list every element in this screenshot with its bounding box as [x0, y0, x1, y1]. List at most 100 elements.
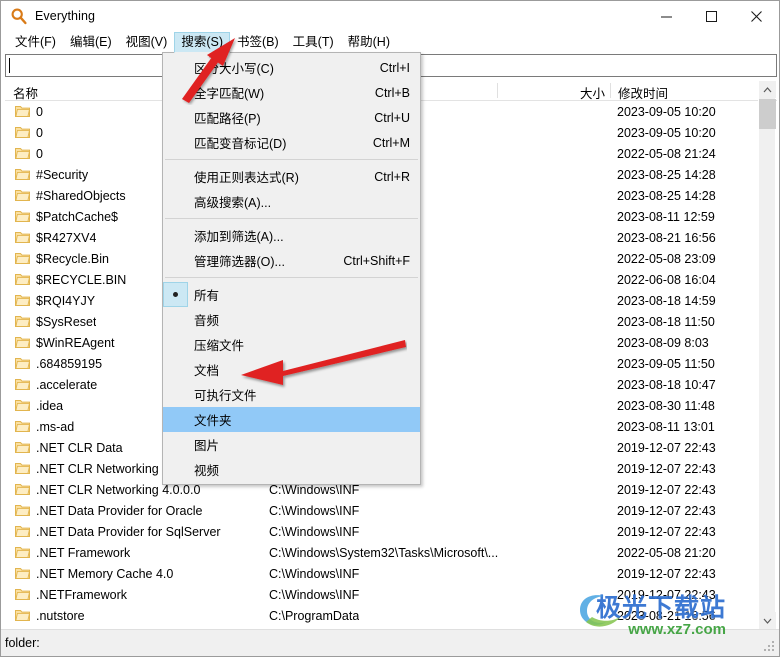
dropdown-menu-item[interactable]: 高级搜索(A)...	[163, 189, 420, 214]
file-name-label: .NETFramework	[36, 587, 127, 602]
dropdown-menu-item-label: 添加到筛选(A)...	[194, 230, 284, 244]
dropdown-menu-item-label: 可执行文件	[194, 389, 257, 403]
file-name-label: .684859195	[36, 356, 103, 371]
dropdown-menu-item[interactable]: 区分大小写(C) Ctrl+I	[163, 55, 420, 80]
dropdown-menu-item[interactable]: 文档	[163, 357, 420, 382]
menu-item-6[interactable]: 帮助(H)	[341, 32, 397, 53]
dropdown-menu-item[interactable]: 管理筛选器(O)... Ctrl+Shift+F	[163, 248, 420, 273]
resize-grip[interactable]	[764, 641, 776, 653]
menu-item-3[interactable]: 搜索(S)	[174, 31, 230, 53]
file-size-cell	[505, 374, 593, 395]
column-divider-size-date[interactable]	[610, 83, 611, 98]
dropdown-menu-item[interactable]: 添加到筛选(A)...	[163, 223, 420, 248]
dropdown-menu-item[interactable]: 视频	[163, 457, 420, 482]
magnifier-icon	[10, 7, 28, 25]
dropdown-menu-item[interactable]: 所有	[163, 282, 420, 307]
dropdown-menu-item[interactable]: 使用正则表达式(R) Ctrl+R	[163, 164, 420, 189]
file-size-cell	[505, 542, 593, 563]
file-size-cell	[505, 332, 593, 353]
table-row[interactable]: .NETFramework C:\Windows\INF 2019-12-07 22…	[5, 584, 760, 605]
folder-icon	[15, 609, 30, 622]
dropdown-menu-item[interactable]: 全字匹配(W) Ctrl+B	[163, 80, 420, 105]
file-name-cell: .NET CLR Data	[15, 437, 123, 458]
dropdown-menu-item[interactable]: 文件夹	[163, 407, 420, 432]
menu-item-4[interactable]: 书签(B)	[230, 32, 286, 53]
dropdown-menu-item[interactable]: 匹配变音标记(D) Ctrl+M	[163, 130, 420, 155]
file-date-cell: 2022-05-08 23:09	[617, 251, 716, 266]
file-name-label: .idea	[36, 398, 64, 413]
scroll-up-icon[interactable]	[759, 81, 776, 98]
column-header-name[interactable]: 名称	[13, 83, 38, 102]
dropdown-menu-item[interactable]: 压缩文件	[163, 332, 420, 357]
file-size-cell	[505, 143, 593, 164]
file-date-cell: 2023-08-25 14:28	[617, 167, 716, 182]
folder-icon	[15, 336, 30, 349]
file-name-label: #SharedObjects	[36, 188, 126, 203]
column-header-date[interactable]: 修改时间	[618, 83, 668, 102]
file-size-cell	[505, 206, 593, 227]
file-date-cell: 2019-12-07 22:43	[617, 482, 716, 497]
file-date-cell: 2023-08-18 11:50	[617, 314, 715, 329]
maximize-icon[interactable]	[689, 1, 734, 31]
file-date-cell: 2023-08-11 12:59	[617, 209, 715, 224]
file-name-cell: $Recycle.Bin	[15, 248, 109, 269]
dropdown-menu-item-label: 图片	[194, 439, 220, 453]
folder-icon	[15, 231, 30, 244]
file-name-label: $PatchCache$	[36, 209, 119, 224]
file-size-cell	[505, 353, 593, 374]
table-row[interactable]: .nutstore C:\ProgramData 2023-08-21 16:56	[5, 605, 760, 626]
dropdown-menu-item[interactable]: 图片	[163, 432, 420, 457]
file-name-label: .NET Memory Cache 4.0	[36, 566, 174, 581]
scrollbar-thumb[interactable]	[759, 99, 776, 129]
menu-separator	[165, 159, 418, 160]
minimize-icon[interactable]	[644, 1, 689, 31]
menu-item-5[interactable]: 工具(T)	[286, 32, 341, 53]
file-date-cell: 2022-06-08 16:04	[617, 272, 716, 287]
menu-item-2[interactable]: 视图(V)	[119, 32, 175, 53]
file-name-label: .accelerate	[36, 377, 98, 392]
dropdown-menu-item-accelerator: Ctrl+U	[374, 110, 410, 125]
dropdown-menu-item-label: 所有	[194, 289, 220, 303]
file-size-cell	[505, 122, 593, 143]
file-name-label: $WinREAgent	[36, 335, 115, 350]
file-name-label: .NET Data Provider for Oracle	[36, 503, 203, 518]
file-name-label: 0	[36, 146, 43, 161]
table-row[interactable]: .NET Data Provider for SqlServer C:\Windo…	[5, 521, 760, 542]
folder-icon	[15, 378, 30, 391]
file-name-cell: #Security	[15, 164, 88, 185]
dropdown-menu-item-label: 高级搜索(A)...	[194, 196, 272, 210]
file-date-cell: 2022-05-08 21:24	[617, 146, 716, 161]
folder-icon	[15, 210, 30, 223]
file-name-cell: #SharedObjects	[15, 185, 126, 206]
table-row[interactable]: .NET Memory Cache 4.0 C:\Windows\INF 2019-…	[5, 563, 760, 584]
vertical-scrollbar[interactable]	[758, 81, 776, 629]
file-path-cell: C:\Windows\INF	[269, 503, 360, 518]
file-size-cell	[505, 164, 593, 185]
file-size-cell	[505, 521, 593, 542]
column-divider-path-size[interactable]	[497, 83, 498, 98]
folder-icon	[15, 273, 30, 286]
folder-icon	[15, 588, 30, 601]
dropdown-menu-item-label: 文件夹	[194, 414, 232, 428]
file-size-cell	[505, 605, 593, 626]
file-name-cell: .NET Memory Cache 4.0	[15, 563, 173, 584]
dropdown-menu-item[interactable]: 可执行文件	[163, 382, 420, 407]
table-row[interactable]: .NET Framework C:\Windows\System32\Tasks\…	[5, 542, 760, 563]
window-controls	[644, 1, 779, 31]
file-date-cell: 2023-08-30 11:48	[617, 398, 715, 413]
menu-item-1[interactable]: 编辑(E)	[63, 32, 119, 53]
table-row[interactable]: .NET Data Provider for Oracle C:\Windows\…	[5, 500, 760, 521]
file-name-cell: $R427XV4	[15, 227, 96, 248]
menu-item-0[interactable]: 文件(F)	[8, 32, 63, 53]
file-size-cell	[505, 227, 593, 248]
dropdown-menu-item-accelerator: Ctrl+B	[374, 85, 410, 100]
folder-icon	[15, 525, 30, 538]
scroll-down-icon[interactable]	[759, 612, 776, 629]
file-size-cell	[505, 458, 593, 479]
folder-icon	[15, 462, 30, 475]
dropdown-menu-item[interactable]: 音频	[163, 307, 420, 332]
dropdown-menu-item[interactable]: 匹配路径(P) Ctrl+U	[163, 105, 420, 130]
close-icon[interactable]	[734, 1, 779, 31]
column-header-size[interactable]: 大小	[580, 83, 605, 102]
file-name-cell: .NET Data Provider for Oracle	[15, 500, 203, 521]
